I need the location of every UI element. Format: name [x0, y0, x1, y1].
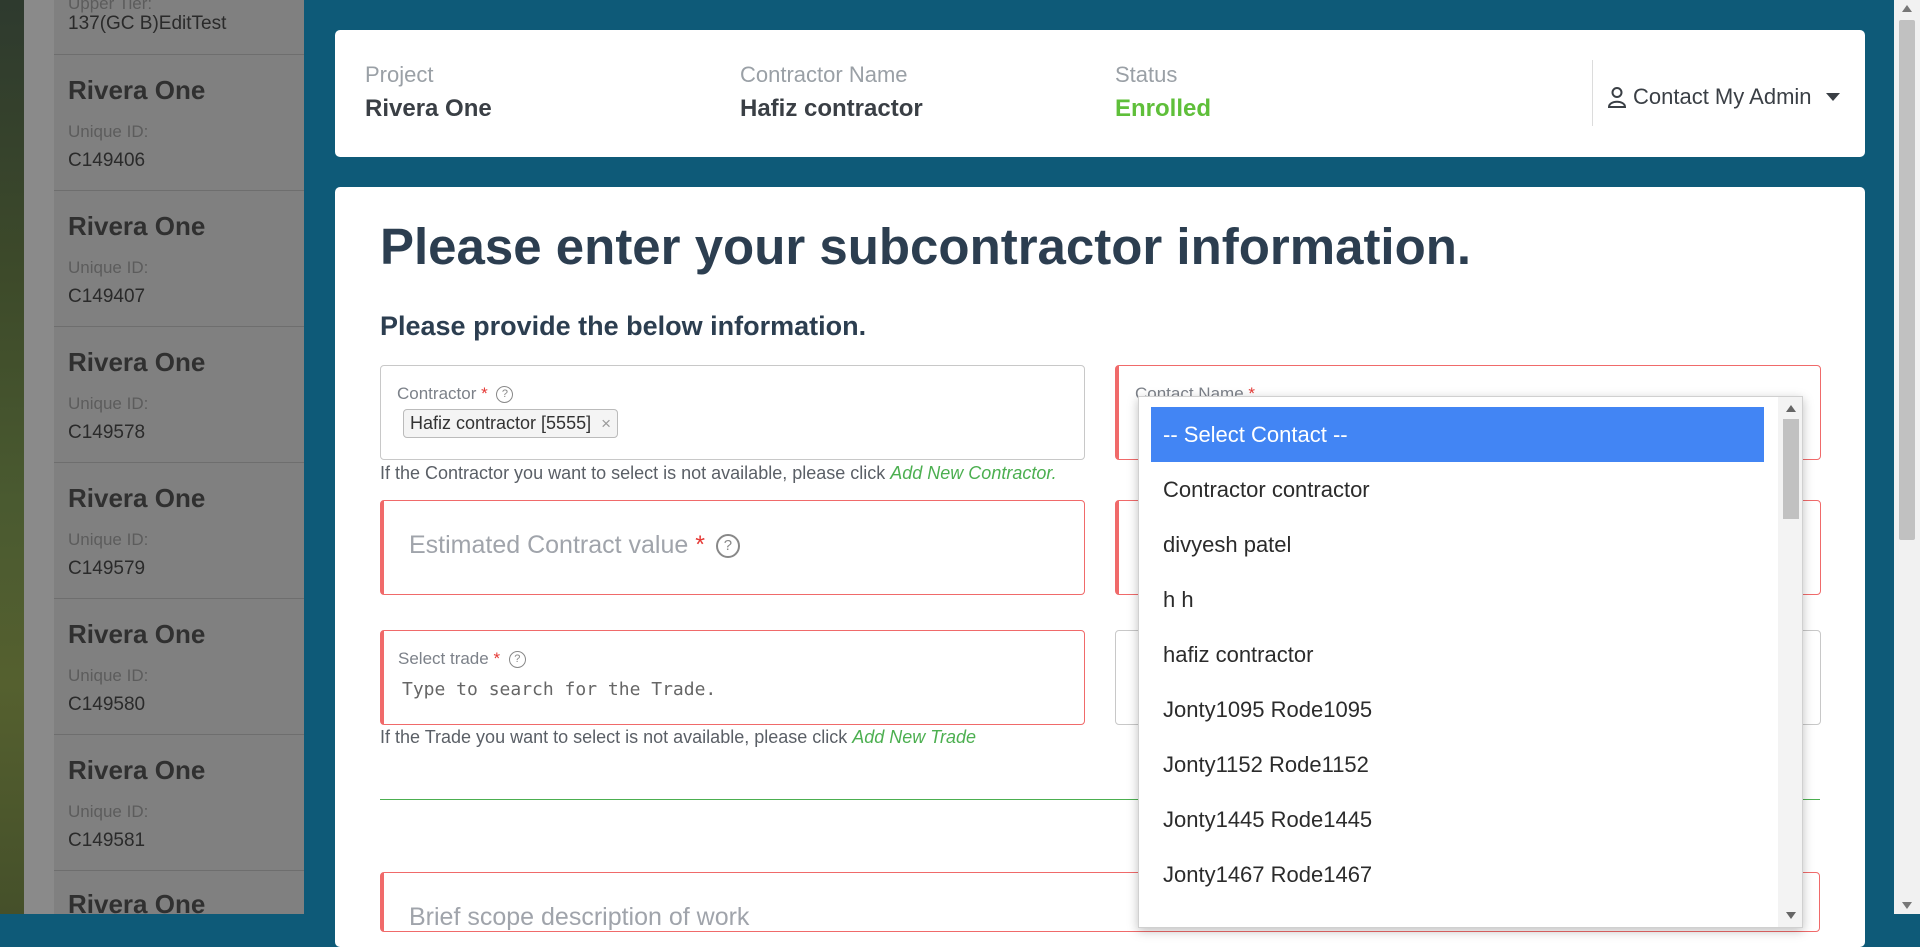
sidebar-divider: [54, 326, 304, 327]
help-icon[interactable]: ?: [496, 386, 514, 404]
sidebar-item-title: Rivera One: [68, 483, 206, 513]
scope-description-placeholder: Brief scope description of work: [409, 903, 750, 931]
project-sidebar: Upper Tier: 137(GC B)EditTest Rivera One…: [24, 0, 304, 914]
contact-admin-label: Contact My Admin: [1633, 84, 1812, 109]
sidebar-item-id: C149407: [68, 286, 146, 307]
dropdown-option[interactable]: Jonty1152 Rode1152: [1151, 737, 1764, 792]
sidebar-item-label: Unique ID:: [68, 394, 149, 413]
project-label: Project: [365, 62, 434, 87]
sidebar-item-id: C149580: [68, 694, 146, 715]
dropdown-option[interactable]: Jonty1095 Rode1095: [1151, 682, 1764, 737]
contractor-tag: Hafiz contractor [5555] ×: [403, 409, 619, 438]
project-value: Rivera One: [365, 95, 492, 122]
sidebar-top-id: 137(GC B)EditTest: [68, 13, 227, 34]
sidebar-item-id: C149578: [68, 422, 146, 443]
contractor-tag-text: Hafiz contractor [5555]: [410, 413, 592, 433]
sidebar-item-title: Rivera One: [68, 347, 206, 377]
dropdown-scroll-thumb[interactable]: [1783, 419, 1799, 519]
scroll-down-icon[interactable]: [1902, 902, 1912, 909]
contractor-name-label: Contractor Name: [740, 62, 908, 87]
sidebar-divider: [54, 190, 304, 191]
add-new-contractor-link[interactable]: Add New Contractor.: [890, 463, 1056, 483]
sidebar-divider: [54, 598, 304, 599]
trade-hint: If the Trade you want to select is not a…: [380, 727, 976, 748]
contractor-label: Contractor * ?: [397, 384, 514, 404]
scroll-down-icon[interactable]: [1786, 912, 1796, 919]
sidebar-divider: [54, 54, 304, 55]
status-badge: Enrolled: [1115, 95, 1212, 122]
project-header: Project Rivera One Contractor Name Hafiz…: [335, 30, 1865, 157]
select-trade-input[interactable]: Select trade * ? Type to search for the …: [380, 630, 1085, 725]
form-subtitle: Please provide the below information.: [380, 311, 867, 341]
dropdown-option[interactable]: Contractor contractor: [1151, 462, 1764, 517]
sidebar-divider: [54, 870, 304, 871]
contractor-label-text: Contractor: [397, 384, 477, 403]
trade-search-placeholder: Type to search for the Trade.: [402, 679, 717, 700]
page-scroll-thumb[interactable]: [1899, 20, 1915, 540]
sidebar-item-id: C149406: [68, 150, 146, 171]
dropdown-option[interactable]: -- Select Contact --: [1151, 407, 1764, 462]
sidebar-divider: [54, 462, 304, 463]
trade-hint-text: If the Trade you want to select is not a…: [380, 727, 853, 747]
dropdown-option[interactable]: divyesh patel: [1151, 517, 1764, 572]
sidebar-top-sub: Upper Tier:: [68, 0, 153, 13]
sidebar-item-title: Rivera One: [68, 889, 206, 914]
contact-dropdown-list[interactable]: -- Select Contact -- Contractor contract…: [1138, 396, 1803, 928]
caret-down-icon: [1825, 93, 1840, 101]
sidebar-item-label: Unique ID:: [68, 258, 149, 277]
page-title: Please enter your subcontractor informat…: [380, 218, 1472, 275]
sidebar-item-label: Unique ID:: [68, 530, 149, 549]
scroll-up-icon[interactable]: [1786, 405, 1796, 412]
status-label: Status: [1115, 62, 1178, 87]
sidebar-item-title: Rivera One: [68, 75, 206, 105]
sidebar-item-id: C149581: [68, 830, 146, 851]
sidebar-item-label: Unique ID:: [68, 802, 149, 821]
sidebar-item-label: Unique ID:: [68, 666, 149, 685]
user-icon: [1607, 87, 1627, 108]
background-landscape: [0, 0, 24, 914]
add-new-trade-link[interactable]: Add New Trade: [852, 727, 976, 747]
select-trade-label-text: Select trade: [398, 649, 489, 668]
dropdown-option[interactable]: hafiz contractor: [1151, 627, 1764, 682]
dropdown-option[interactable]: Jonty1467 Rode1467: [1151, 847, 1764, 902]
estimated-placeholder-text: Estimated Contract value: [409, 531, 689, 559]
dropdown-scrollbar[interactable]: [1778, 397, 1802, 927]
required-marker: *: [695, 531, 705, 559]
contractor-hint: If the Contractor you want to select is …: [380, 463, 1057, 484]
estimated-contract-placeholder: Estimated Contract value * ?: [409, 531, 740, 560]
help-icon[interactable]: ?: [715, 534, 740, 559]
contractor-name-value: Hafiz contractor: [740, 95, 923, 122]
dropdown-option[interactable]: Jonty1445 Rode1445: [1151, 792, 1764, 847]
sidebar-item-title: Rivera One: [68, 619, 206, 649]
page-scrollbar[interactable]: [1894, 0, 1920, 914]
estimated-contract-value-input[interactable]: Estimated Contract value * ?: [380, 500, 1085, 595]
contractor-hint-text: If the Contractor you want to select is …: [380, 463, 891, 483]
contact-admin-dropdown[interactable]: Contact My Admin: [1607, 84, 1840, 110]
required-marker: *: [481, 384, 488, 403]
sidebar-divider: [54, 734, 304, 735]
sidebar-item-id: C149579: [68, 558, 146, 579]
header-divider: [1592, 60, 1593, 126]
required-marker: *: [493, 649, 501, 668]
sidebar-item-label: Unique ID:: [68, 122, 149, 141]
scroll-up-icon[interactable]: [1902, 5, 1912, 12]
dropdown-option[interactable]: h h: [1151, 572, 1764, 627]
remove-tag-icon[interactable]: ×: [601, 414, 611, 434]
select-trade-label: Select trade * ?: [398, 649, 526, 669]
sidebar-item-title: Rivera One: [68, 211, 206, 241]
sidebar-item-title: Rivera One: [68, 755, 206, 785]
contractor-select[interactable]: Contractor * ? Hafiz contractor [5555] ×: [380, 365, 1085, 460]
help-icon[interactable]: ?: [508, 651, 526, 669]
